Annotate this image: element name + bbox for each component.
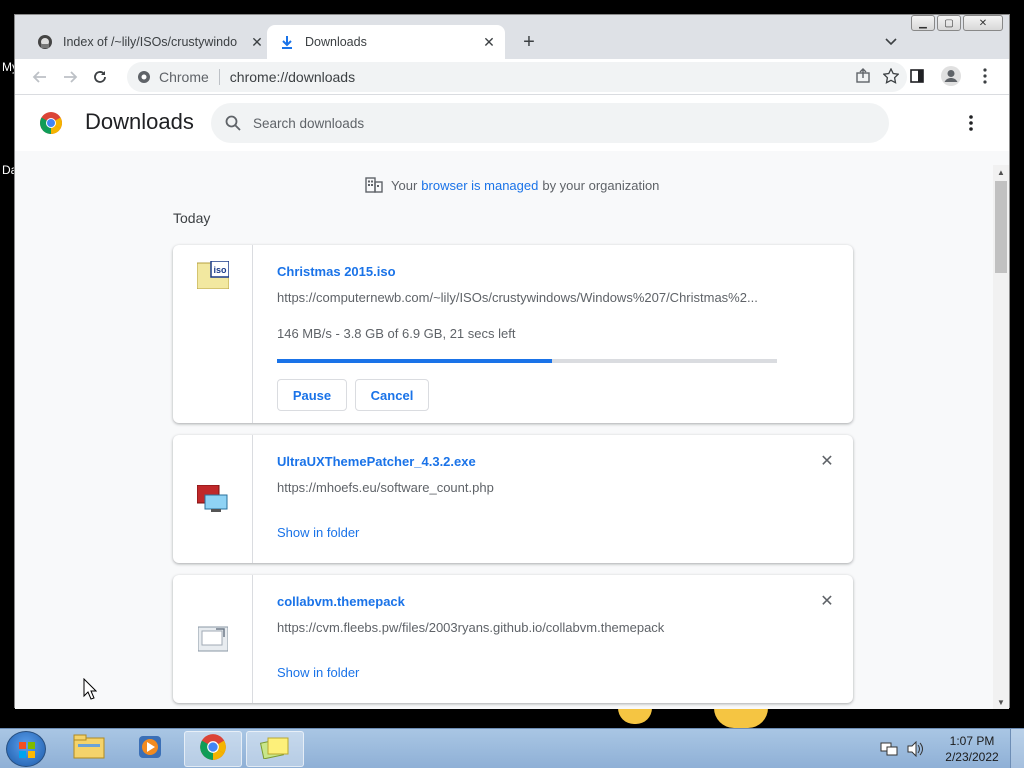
page-header: Downloads [15, 95, 1009, 151]
building-icon [365, 177, 383, 193]
file-source-url[interactable]: https://cvm.fleebs.pw/files/2003ryans.gi… [277, 620, 777, 635]
forward-button[interactable] [55, 62, 85, 92]
volume-icon[interactable] [906, 740, 924, 758]
profile-avatar-icon[interactable] [937, 62, 965, 90]
mouse-cursor-icon [83, 677, 98, 705]
taskbar-media-player[interactable] [122, 731, 180, 767]
start-button[interactable] [6, 731, 46, 767]
sticky-notes-icon [259, 735, 290, 764]
browser-menu-icon[interactable] [971, 62, 999, 90]
scroll-down-arrow-icon[interactable]: ▼ [993, 695, 1009, 709]
show-in-folder-link[interactable]: Show in folder [277, 665, 359, 680]
tab-title: Index of /~lily/ISOs/crustywindo [63, 35, 238, 49]
taskbar-chrome[interactable] [184, 731, 242, 767]
tab-strip: Index of /~lily/ISOs/crustywindo ✕ Downl… [15, 15, 1009, 59]
url-text: chrome://downloads [229, 69, 356, 85]
search-bar[interactable] [211, 103, 889, 143]
back-button[interactable] [25, 62, 55, 92]
media-player-icon [137, 734, 165, 765]
scroll-up-arrow-icon[interactable]: ▲ [993, 165, 1009, 179]
clock-date: 2/23/2022 [945, 750, 999, 764]
remove-icon[interactable]: ✕ [819, 593, 835, 610]
iso-file-icon: iso [196, 260, 230, 423]
themepack-file-icon [197, 625, 228, 703]
managed-notice: Your browser is managed by your organiza… [365, 177, 659, 193]
taskbar-explorer[interactable] [60, 731, 118, 767]
show-in-folder-link[interactable]: Show in folder [277, 525, 359, 540]
taskbar: 1:07 PM 2/23/2022 [0, 728, 1024, 768]
close-icon[interactable]: ✕ [247, 32, 267, 52]
close-icon[interactable]: ✕ [479, 32, 499, 52]
more-options-icon[interactable] [961, 113, 981, 133]
file-name-link[interactable]: UltraUXThemePatcher_4.3.2.exe [277, 454, 476, 469]
site-label: Chrome [159, 69, 209, 85]
progress-bar-fill [277, 359, 552, 363]
browser-window: Index of /~lily/ISOs/crustywindo ✕ Downl… [14, 14, 1010, 709]
reload-button[interactable] [85, 62, 115, 92]
search-input[interactable] [253, 115, 853, 131]
file-source-url[interactable]: https://computernewb.com/~lily/ISOs/crus… [277, 290, 777, 305]
divider [218, 69, 220, 85]
minimize-button[interactable]: ▁ [911, 15, 935, 31]
network-icon[interactable] [880, 740, 898, 758]
remove-icon[interactable]: ✕ [819, 453, 835, 470]
tab-downloads[interactable]: Downloads ✕ [267, 25, 505, 59]
file-icon-column: iso [173, 245, 253, 423]
date-section-header: Today [173, 210, 211, 226]
star-icon[interactable] [882, 67, 900, 87]
desktop-wallpaper-shape [714, 708, 768, 728]
file-source-url[interactable]: https://mhoefs.eu/software_count.php [277, 480, 777, 495]
svg-text:iso: iso [213, 265, 227, 275]
scrollbar[interactable]: ▲ ▼ [993, 165, 1009, 709]
system-tray: 1:07 PM 2/23/2022 [876, 729, 1024, 768]
downloads-page: Downloads Your browser is managed by you… [15, 95, 1009, 709]
cancel-button[interactable]: Cancel [355, 379, 429, 411]
file-name-link[interactable]: collabvm.themepack [277, 594, 405, 609]
chrome-icon [199, 733, 227, 766]
new-tab-button[interactable]: + [517, 30, 541, 54]
download-item: UltraUXThemePatcher_4.3.2.exe https://mh… [173, 435, 853, 563]
maximize-button[interactable]: ▢ [937, 15, 961, 31]
chrome-site-icon [137, 70, 151, 84]
download-item: collabvm.themepack https://cvm.fleebs.pw… [173, 575, 853, 703]
desktop-wallpaper-shape [618, 708, 652, 724]
side-panel-icon[interactable] [903, 62, 931, 90]
tab-title: Downloads [305, 35, 367, 49]
close-window-button[interactable]: ✕ [963, 15, 1003, 31]
window-controls: ▁ ▢ ✕ [911, 15, 1003, 31]
browser-toolbar: Chrome chrome://downloads [15, 59, 1009, 95]
taskbar-sticky-notes[interactable] [246, 731, 304, 767]
folder-tab-icon [37, 34, 53, 50]
share-icon[interactable] [855, 67, 871, 87]
download-status: 146 MB/s - 3.8 GB of 6.9 GB, 21 secs lef… [277, 326, 516, 341]
managed-link[interactable]: browser is managed [421, 178, 538, 193]
file-name-link[interactable]: Christmas 2015.iso [277, 264, 396, 279]
page-title: Downloads [85, 109, 194, 134]
show-desktop-button[interactable] [1010, 729, 1024, 768]
address-bar[interactable]: Chrome chrome://downloads [127, 62, 907, 92]
pause-button[interactable]: Pause [277, 379, 347, 411]
exe-file-icon [196, 484, 229, 563]
progress-bar [277, 359, 777, 363]
clock[interactable]: 1:07 PM 2/23/2022 [934, 733, 1010, 765]
file-icon-column [173, 435, 253, 563]
clock-time: 1:07 PM [949, 734, 995, 748]
folder-icon [73, 734, 105, 765]
tab-index-of[interactable]: Index of /~lily/ISOs/crustywindo ✕ [25, 25, 273, 59]
managed-text-prefix: Your [391, 177, 418, 193]
scrollbar-thumb[interactable] [995, 181, 1007, 273]
chevron-down-icon[interactable] [879, 30, 903, 54]
download-item: iso Christmas 2015.iso https://computern… [173, 245, 853, 423]
file-icon-column [173, 575, 253, 703]
chrome-logo-icon [39, 111, 63, 135]
download-icon [279, 34, 295, 50]
search-icon [225, 115, 241, 131]
managed-text-suffix: by your organization [542, 177, 660, 193]
